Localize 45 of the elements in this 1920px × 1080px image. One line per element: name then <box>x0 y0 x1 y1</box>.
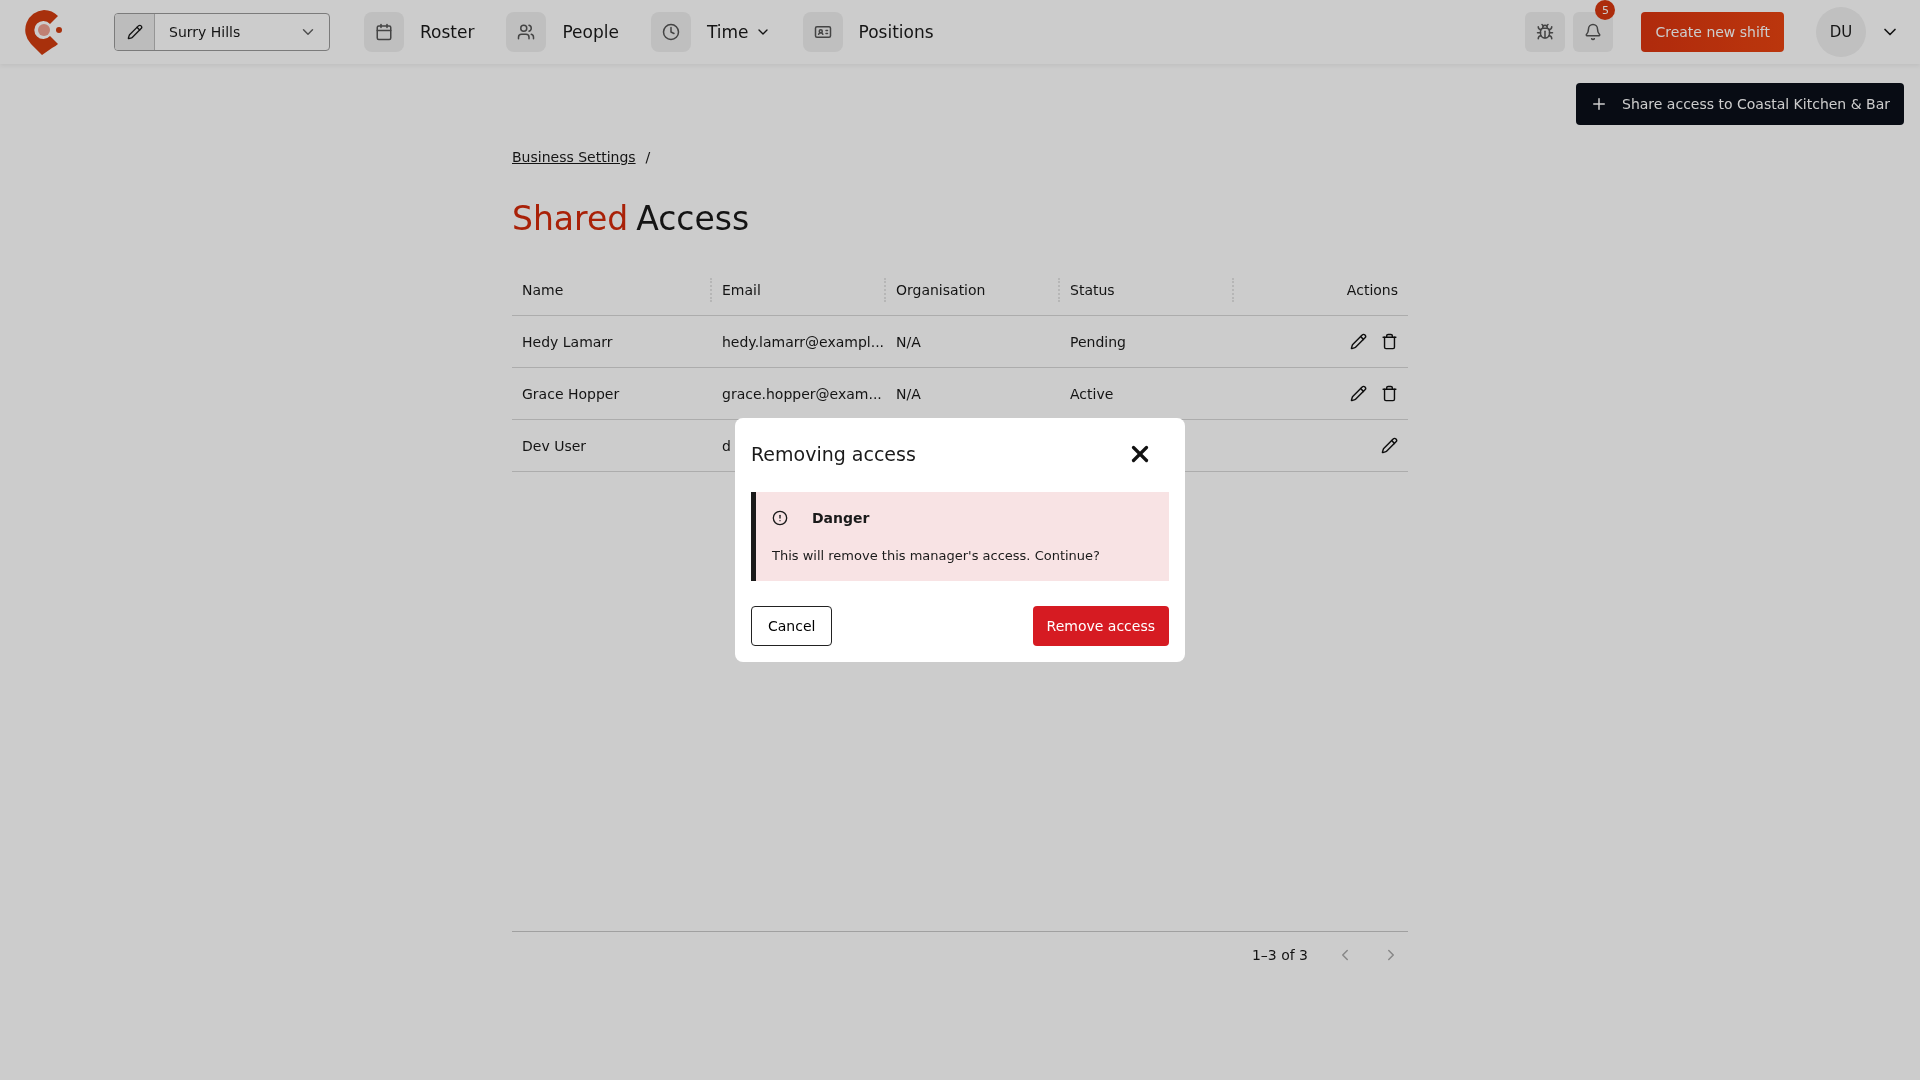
share-access-button[interactable]: Share access to Coastal Kitchen & Bar <box>1576 83 1904 125</box>
clock-icon <box>661 23 680 41</box>
bug-icon <box>1536 23 1555 41</box>
user-avatar[interactable]: DU <box>1816 7 1866 57</box>
nav-link[interactable]: Positions <box>802 12 934 52</box>
delete-button[interactable] <box>1381 385 1398 402</box>
nav-link[interactable]: Time <box>650 12 771 52</box>
notifications-button[interactable] <box>1573 12 1614 52</box>
page-title: Shared <box>512 199 629 238</box>
bug-report-button[interactable] <box>1525 12 1566 52</box>
table-cell: Grace Hopper <box>512 368 712 420</box>
bell-icon <box>1584 23 1603 41</box>
table-cell: Dev User <box>512 420 712 472</box>
pencil-icon <box>126 24 143 40</box>
table-cell: hedy.lamarr@exampl... <box>712 316 886 368</box>
alert-icon <box>772 510 788 526</box>
remove-access-button[interactable]: Remove access <box>1032 606 1169 646</box>
edit-button[interactable] <box>1381 437 1398 454</box>
calendar-icon <box>375 23 393 41</box>
edit-button[interactable] <box>1350 385 1367 402</box>
column-header: Actions <box>1234 264 1408 316</box>
table-cell: N/A <box>886 316 1060 368</box>
column-header: Email <box>712 264 886 316</box>
column-header: Status <box>1060 264 1234 316</box>
notification-count: 5 <box>1595 0 1616 20</box>
breadcrumb-separator: / <box>645 149 651 165</box>
column-header: Name <box>512 264 712 316</box>
nav-link[interactable]: People <box>506 12 619 52</box>
create-shift-button[interactable]: Create new shift <box>1641 12 1784 52</box>
breadcrumb-link[interactable]: Business Settings <box>512 149 636 165</box>
table-cell: Hedy Lamarr <box>512 316 712 368</box>
column-header: Organisation <box>886 264 1060 316</box>
table-cell: Pending <box>1060 316 1234 368</box>
nav-link[interactable]: Roster <box>364 12 475 52</box>
id-card-icon <box>813 23 832 41</box>
location-select[interactable]: Surry Hills <box>114 13 330 51</box>
plus-icon <box>1590 95 1608 113</box>
delete-button[interactable] <box>1381 333 1398 350</box>
edit-button[interactable] <box>1350 333 1367 350</box>
cancel-button[interactable]: Cancel <box>751 606 833 646</box>
alert-message: This will remove this manager's access. Continue? <box>772 548 1101 563</box>
people-icon <box>517 23 536 41</box>
pagination-range: 1–3 of 3 <box>1251 947 1308 963</box>
alert-title: Danger <box>812 510 870 526</box>
page-title: Access <box>636 199 750 238</box>
